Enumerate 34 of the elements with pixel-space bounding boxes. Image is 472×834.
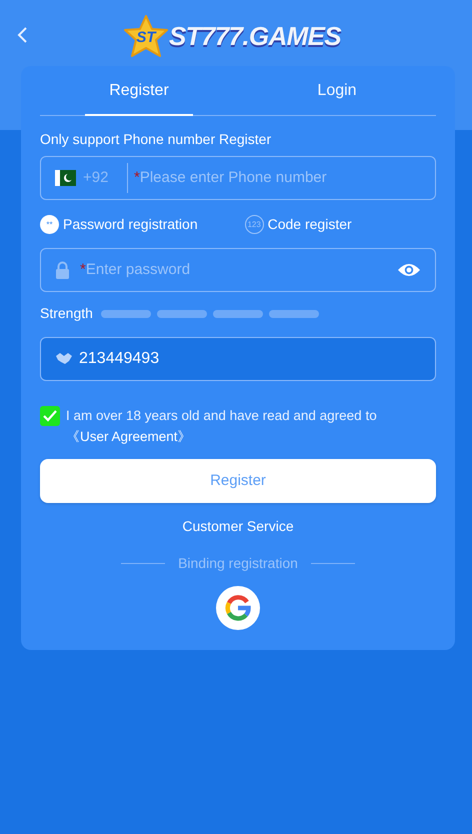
- strength-segment: [100, 310, 151, 318]
- lock-icon: [55, 260, 70, 280]
- register-button[interactable]: Register: [40, 459, 436, 503]
- eye-icon[interactable]: [397, 262, 421, 278]
- user-agreement-link[interactable]: 《User Agreement》: [66, 429, 192, 444]
- google-button[interactable]: [216, 586, 260, 630]
- required-mark: *: [134, 168, 140, 188]
- binding-label: Binding registration: [178, 554, 298, 573]
- customer-service-link[interactable]: Customer Service: [182, 516, 294, 537]
- google-icon: [225, 595, 251, 621]
- back-icon[interactable]: [16, 26, 28, 44]
- invite-code-input[interactable]: 213449493: [79, 347, 421, 371]
- country-code[interactable]: +92: [83, 166, 127, 190]
- tab[interactable]: Login: [238, 66, 436, 115]
- agreement-checkbox[interactable]: [40, 406, 60, 426]
- required-mark: *: [80, 260, 86, 280]
- handshake-icon: [55, 352, 73, 366]
- invite-code-field[interactable]: 213449493: [40, 337, 436, 381]
- password-input[interactable]: Enter password: [86, 258, 397, 282]
- phone-field[interactable]: +92 *Please enter Phone number: [40, 156, 436, 200]
- mode-option[interactable]: 123 Code register: [244, 214, 352, 235]
- password-field[interactable]: *Enter password: [40, 248, 436, 292]
- strength-label: Strength: [40, 304, 93, 323]
- strength-segment: [156, 310, 207, 318]
- tab[interactable]: Register: [40, 66, 238, 115]
- logo-text: ST777.GAMES: [168, 20, 342, 52]
- field-label: Only support Phone number Register: [40, 130, 272, 149]
- strength-segment: [212, 310, 263, 318]
- star-logo-icon: ST: [122, 14, 169, 58]
- mode-option[interactable]: ** Password registration: [40, 214, 198, 235]
- phone-input[interactable]: Please enter Phone number: [140, 166, 421, 190]
- strength-segment: [268, 310, 319, 318]
- agreement-text: I am over 18 years old and have read and agreed to 《User Agreement》: [66, 407, 378, 446]
- flag-icon: [55, 170, 76, 186]
